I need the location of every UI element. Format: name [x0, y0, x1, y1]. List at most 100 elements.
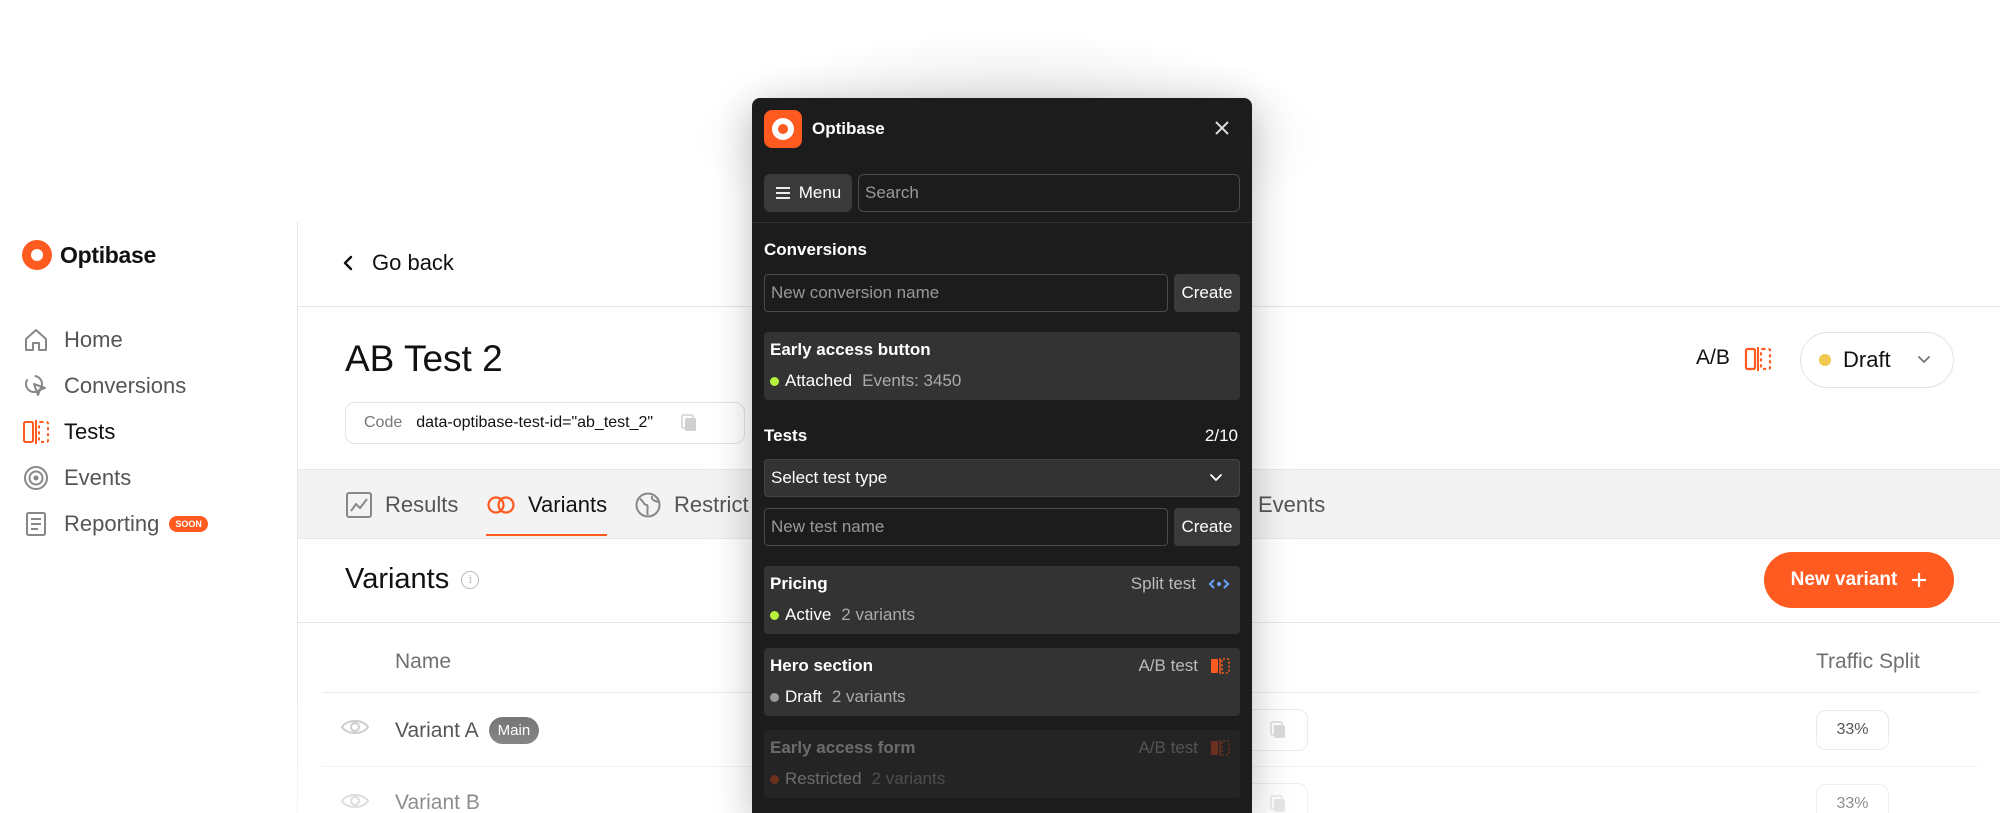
- test-type: A/B test: [1138, 738, 1230, 758]
- close-icon[interactable]: [1212, 118, 1232, 138]
- divider: [752, 222, 1252, 223]
- conversion-name-input[interactable]: [764, 274, 1168, 312]
- sidebar-item-home[interactable]: Home: [22, 317, 208, 363]
- code-value: data-optibase-test-id="ab_test_2": [416, 414, 654, 431]
- status-text: Restricted: [785, 769, 862, 788]
- chart-icon: [346, 492, 372, 518]
- test-type-text: A/B test: [1138, 738, 1198, 757]
- test-type-select[interactable]: Select test type: [764, 459, 1240, 497]
- sidebar-item-events[interactable]: Events: [22, 455, 208, 501]
- tab-results[interactable]: Results: [345, 488, 458, 522]
- new-variant-label: New variant: [1790, 569, 1898, 590]
- status-dot: [1819, 354, 1831, 366]
- variants-heading: Variants: [345, 563, 450, 595]
- ab-test-icon: [1211, 658, 1230, 674]
- test-status: Draft 2 variants: [770, 687, 1234, 707]
- tab-label: Results: [385, 492, 459, 517]
- sidebar-item-label: Reporting: [64, 511, 160, 536]
- optibase-logo-icon: [764, 110, 802, 148]
- column-header-traffic-split: Traffic Split: [1816, 650, 1920, 673]
- split-arrows-icon: [1208, 579, 1230, 589]
- tab-restrictions[interactable]: Restrict: [634, 488, 749, 522]
- test-name-input[interactable]: [764, 508, 1168, 546]
- sidebar-item-label: Tests: [64, 419, 116, 444]
- sidebar-nav: Home Conversions Tests Events Reporting …: [22, 317, 208, 547]
- report-icon: [22, 510, 50, 538]
- tab-events[interactable]: Events: [1258, 488, 1325, 522]
- cursor-click-icon: [22, 372, 50, 400]
- conversion-card[interactable]: Early access button Attached Events: 345…: [764, 332, 1240, 400]
- test-card-early-access-form[interactable]: Early access form A/B test Restricted 2 …: [764, 730, 1240, 798]
- ab-test-icon: [1211, 740, 1230, 756]
- sidebar-item-label: Events: [64, 465, 132, 490]
- test-status: Active 2 variants: [770, 605, 1234, 625]
- go-back-label: Go back: [372, 250, 454, 275]
- variants-count: 2 variants: [831, 687, 906, 706]
- status-text: Draft: [785, 687, 822, 706]
- status-dropdown[interactable]: Draft: [1800, 332, 1954, 388]
- sidebar-item-tests[interactable]: Tests: [22, 409, 208, 455]
- test-card-pricing[interactable]: Pricing Split test Active 2 variants: [764, 566, 1240, 634]
- test-type: A/B test: [1138, 656, 1230, 676]
- new-variant-button[interactable]: New variant: [1764, 552, 1954, 608]
- split-test-icon: [22, 418, 50, 446]
- status-dot: [770, 774, 779, 784]
- copy-button[interactable]: [1248, 783, 1308, 813]
- panel-toolbar: Menu: [764, 174, 1240, 212]
- eye-icon[interactable]: [340, 717, 370, 742]
- copy-icon: [1269, 721, 1285, 738]
- new-test-row: Create: [764, 508, 1240, 546]
- copy-icon: [1269, 795, 1285, 812]
- create-conversion-button[interactable]: Create: [1174, 274, 1240, 312]
- code-label: Code: [364, 414, 403, 431]
- status-text: Attached: [785, 371, 853, 390]
- sidebar-item-reporting[interactable]: Reporting SOON: [22, 501, 208, 547]
- traffic-split-value[interactable]: 33%: [1816, 710, 1889, 750]
- status-dot: [770, 376, 779, 386]
- events-count: Events: 3450: [862, 371, 962, 390]
- variant-name-text: Variant A: [395, 718, 479, 742]
- variants-count: 2 variants: [841, 605, 915, 624]
- eye-icon[interactable]: [340, 791, 370, 813]
- optibase-logo-icon: [22, 240, 52, 270]
- sidebar-item-label: Conversions: [64, 373, 187, 398]
- variant-name: Variant B: [395, 791, 480, 813]
- soon-badge: SOON: [169, 516, 208, 532]
- brand-logo[interactable]: Optibase: [22, 240, 156, 270]
- test-type-text: A/B test: [1138, 656, 1198, 675]
- panel-header: Optibase: [752, 98, 1252, 160]
- go-back-link[interactable]: Go back: [342, 250, 454, 276]
- copy-icon[interactable]: [681, 414, 697, 432]
- variants-icon: [487, 496, 515, 514]
- main-badge: Main: [488, 717, 540, 744]
- brand-name: Optibase: [60, 241, 157, 268]
- home-icon: [22, 326, 50, 354]
- menu-button[interactable]: Menu: [764, 174, 852, 212]
- section-title: Variants i: [345, 563, 480, 596]
- code-snippet[interactable]: Code data-optibase-test-id="ab_test_2": [345, 402, 745, 444]
- sidebar: Optibase Home Conversions Tests Events R…: [0, 222, 297, 813]
- sidebar-item-label: Home: [64, 327, 123, 352]
- tab-label: Restrict: [674, 492, 749, 517]
- select-placeholder: Select test type: [771, 468, 888, 487]
- test-card-hero-section[interactable]: Hero section A/B test Draft 2 variants: [764, 648, 1240, 716]
- chevron-left-icon: [343, 255, 353, 271]
- status-label: Draft: [1843, 347, 1891, 372]
- ab-test-icon: [1744, 346, 1772, 377]
- info-icon[interactable]: i: [461, 570, 480, 589]
- sidebar-item-conversions[interactable]: Conversions: [22, 363, 208, 409]
- column-header-name: Name: [395, 650, 452, 673]
- test-type-text: Split test: [1130, 574, 1196, 593]
- variant-name-text: Variant B: [395, 791, 480, 813]
- tab-variants[interactable]: Variants: [486, 488, 608, 536]
- tab-label: Variants: [528, 492, 608, 517]
- create-test-button[interactable]: Create: [1174, 508, 1240, 546]
- variants-count: 2 variants: [871, 769, 946, 788]
- traffic-split-value[interactable]: 33%: [1816, 784, 1889, 813]
- tests-count: 2/10: [1204, 426, 1238, 445]
- copy-button[interactable]: [1248, 709, 1308, 751]
- hamburger-icon: [775, 187, 790, 199]
- plus-icon: [1912, 573, 1927, 587]
- search-input[interactable]: [858, 174, 1240, 212]
- panel-title: Optibase: [812, 119, 885, 138]
